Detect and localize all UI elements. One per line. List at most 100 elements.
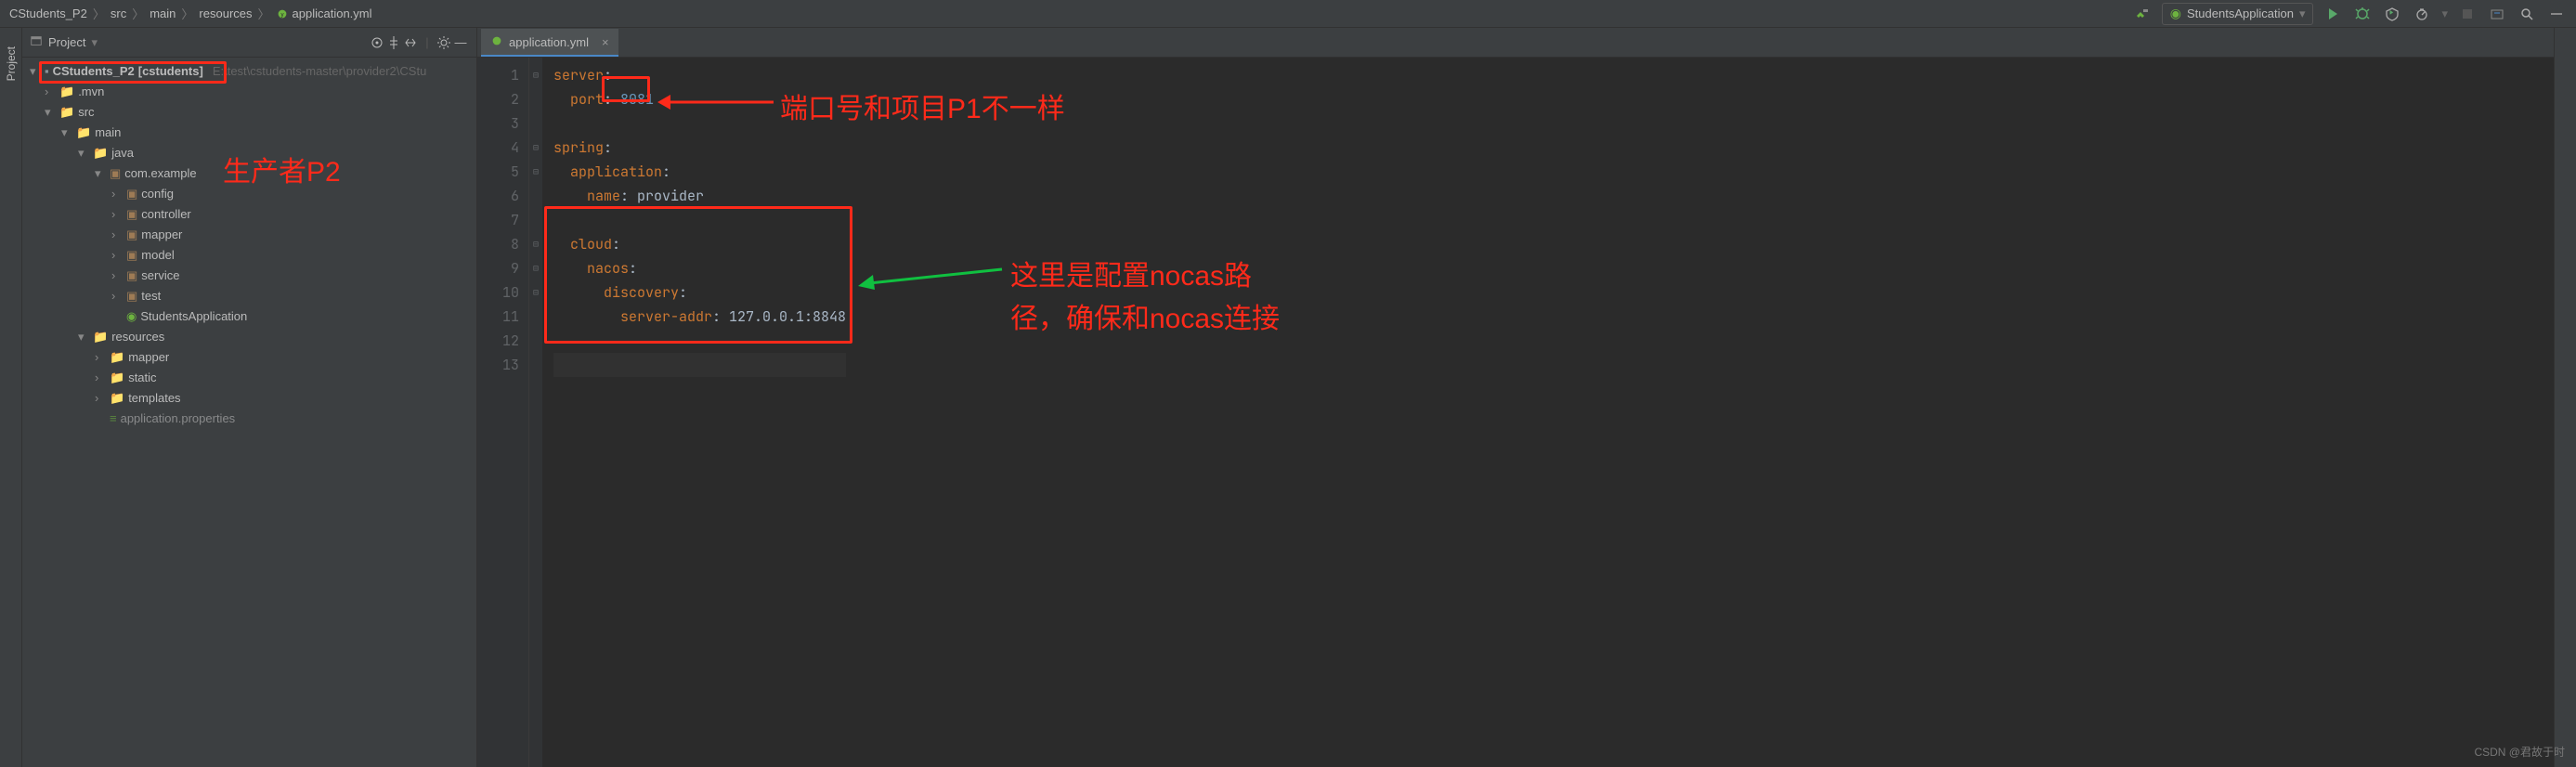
fold-gutter[interactable]: ⊟⊟⊟⊟⊟⊟ [529, 58, 542, 767]
yaml-value: 127.0.0.1:8848 [729, 307, 846, 326]
tree-label: test [141, 286, 161, 306]
breadcrumb-item-file[interactable]: y application.yml [276, 6, 372, 20]
breadcrumb-item[interactable]: CStudents_P2 [9, 6, 87, 20]
tree-package[interactable]: › ▣ service [22, 266, 476, 286]
chevron-down-icon: ▾ [95, 163, 106, 184]
properties-file-icon: ≡ [110, 409, 117, 429]
run-button[interactable] [2322, 4, 2343, 24]
folder-icon: 📁 [76, 123, 91, 143]
ide-settings-icon[interactable] [2546, 4, 2567, 24]
tree-label: resources [111, 327, 164, 347]
profiler-button[interactable] [2412, 4, 2432, 24]
tree-label: templates [128, 388, 180, 409]
yaml-key: discovery [604, 283, 679, 302]
tree-folder-resources[interactable]: ▾ 📁 resources [22, 327, 476, 347]
chevron-right-icon: › [111, 225, 123, 245]
close-icon[interactable]: × [602, 35, 609, 49]
chevron-down-icon: ▾ [61, 123, 72, 143]
tree-package[interactable]: › ▣ mapper [22, 225, 476, 245]
tree-label: static [128, 368, 156, 388]
tree-label: .mvn [78, 82, 104, 102]
breadcrumb-item[interactable]: resources [199, 6, 252, 20]
breadcrumb-item[interactable]: src [111, 6, 126, 20]
module-folder-icon: ▪ [45, 61, 49, 82]
tree-class-file[interactable]: ◉ StudentsApplication [22, 306, 476, 327]
chevron-down-icon: ▾ [30, 61, 41, 82]
package-icon: ▣ [110, 163, 121, 184]
panel-divider-icon: | [419, 34, 436, 51]
package-icon: ▣ [126, 225, 137, 245]
toolbar-separator: ▾ [2441, 6, 2448, 21]
editor-tab-label: application.yml [509, 35, 589, 49]
collapse-all-icon[interactable] [402, 34, 419, 51]
package-icon: ▣ [126, 266, 137, 286]
search-everywhere-icon[interactable] [2517, 4, 2537, 24]
resources-folder-icon: 📁 [93, 327, 108, 347]
editor-tab-active[interactable]: application.yml × [481, 29, 618, 57]
breadcrumb: CStudents_P2 〉 src 〉 main 〉 resources 〉 … [9, 5, 372, 22]
tree-package[interactable]: › ▣ model [22, 245, 476, 266]
tree-label: controller [141, 204, 190, 225]
folder-icon: 📁 [59, 82, 74, 102]
code-editor[interactable]: 1 2 3 4 5 6 7 8 9 10 11 12 13 ⊟⊟⊟⊟⊟⊟ ser… [477, 58, 2554, 767]
code-content[interactable]: server: port: 8081 spring: application: … [542, 58, 846, 767]
chevron-down-icon[interactable]: ▾ [91, 35, 98, 50]
select-opened-file-icon[interactable] [369, 34, 385, 51]
tree-package[interactable]: ▾ ▣ com.example [22, 163, 476, 184]
tree-package[interactable]: › ▣ config [22, 184, 476, 204]
folder-icon: 📁 [110, 368, 124, 388]
breadcrumb-file-label: application.yml [293, 6, 372, 20]
yaml-key: nacos [587, 259, 629, 278]
tree-label: src [78, 102, 94, 123]
tree-folder[interactable]: › 📁 mapper [22, 347, 476, 368]
tree-label: mapper [128, 347, 169, 368]
stop-button[interactable] [2457, 4, 2478, 24]
tree-project-root[interactable]: ▾ ▪ CStudents_P2 [cstudents] E:\test\cst… [22, 61, 476, 82]
yaml-key: port [570, 90, 604, 109]
project-root-name: CStudents_P2 [53, 61, 135, 82]
chevron-right-icon: › [111, 204, 123, 225]
package-icon: ▣ [126, 204, 137, 225]
tree-folder[interactable]: › 📁 .mvn [22, 82, 476, 102]
source-folder-icon: 📁 [93, 143, 108, 163]
project-tree[interactable]: ▾ ▪ CStudents_P2 [cstudents] E:\test\cst… [22, 58, 476, 433]
project-panel-title[interactable]: Project [48, 35, 85, 49]
breadcrumb-item[interactable]: main [150, 6, 176, 20]
tree-package[interactable]: › ▣ controller [22, 204, 476, 225]
tree-folder[interactable]: ▾ 📁 src [22, 102, 476, 123]
tree-folder[interactable]: › 📁 static [22, 368, 476, 388]
debug-button[interactable] [2352, 4, 2373, 24]
git-update-icon[interactable] [2487, 4, 2507, 24]
tree-folder[interactable]: › 📁 templates [22, 388, 476, 409]
hide-panel-icon[interactable]: — [452, 34, 469, 51]
tree-package[interactable]: › ▣ test [22, 286, 476, 306]
folder-icon: 📁 [110, 347, 124, 368]
gear-icon[interactable] [436, 34, 452, 51]
tree-label: StudentsApplication [140, 306, 247, 327]
yaml-key: name [587, 187, 620, 205]
package-icon: ▣ [126, 245, 137, 266]
tree-file[interactable]: ≡ application.properties [22, 409, 476, 429]
yaml-file-icon: y [276, 7, 289, 20]
yaml-value: 8081 [620, 90, 654, 109]
chevron-down-icon: ▾ [78, 143, 89, 163]
run-configuration-selector[interactable]: ◉ StudentsApplication ▾ [2162, 3, 2314, 25]
run-config-label: StudentsApplication [2187, 6, 2294, 20]
project-tool-tab[interactable]: Project [5, 46, 18, 81]
chevron-right-icon: › [111, 184, 123, 204]
tree-label: application.properties [121, 409, 236, 429]
yaml-value: provider [637, 187, 704, 205]
build-hammer-icon[interactable] [2132, 4, 2153, 24]
package-icon: ▣ [126, 286, 137, 306]
chevron-down-icon: ▾ [78, 327, 89, 347]
spring-class-icon: ◉ [126, 306, 137, 327]
expand-all-icon[interactable] [385, 34, 402, 51]
tree-folder[interactable]: ▾ 📁 main [22, 123, 476, 143]
tree-label: java [111, 143, 134, 163]
watermark: CSDN @君故于时 [2474, 744, 2565, 760]
spring-icon: ◉ [2170, 6, 2181, 21]
tree-label: service [141, 266, 179, 286]
coverage-button[interactable] [2382, 4, 2402, 24]
chevron-down-icon: ▾ [2299, 6, 2306, 21]
tree-folder-source[interactable]: ▾ 📁 java [22, 143, 476, 163]
